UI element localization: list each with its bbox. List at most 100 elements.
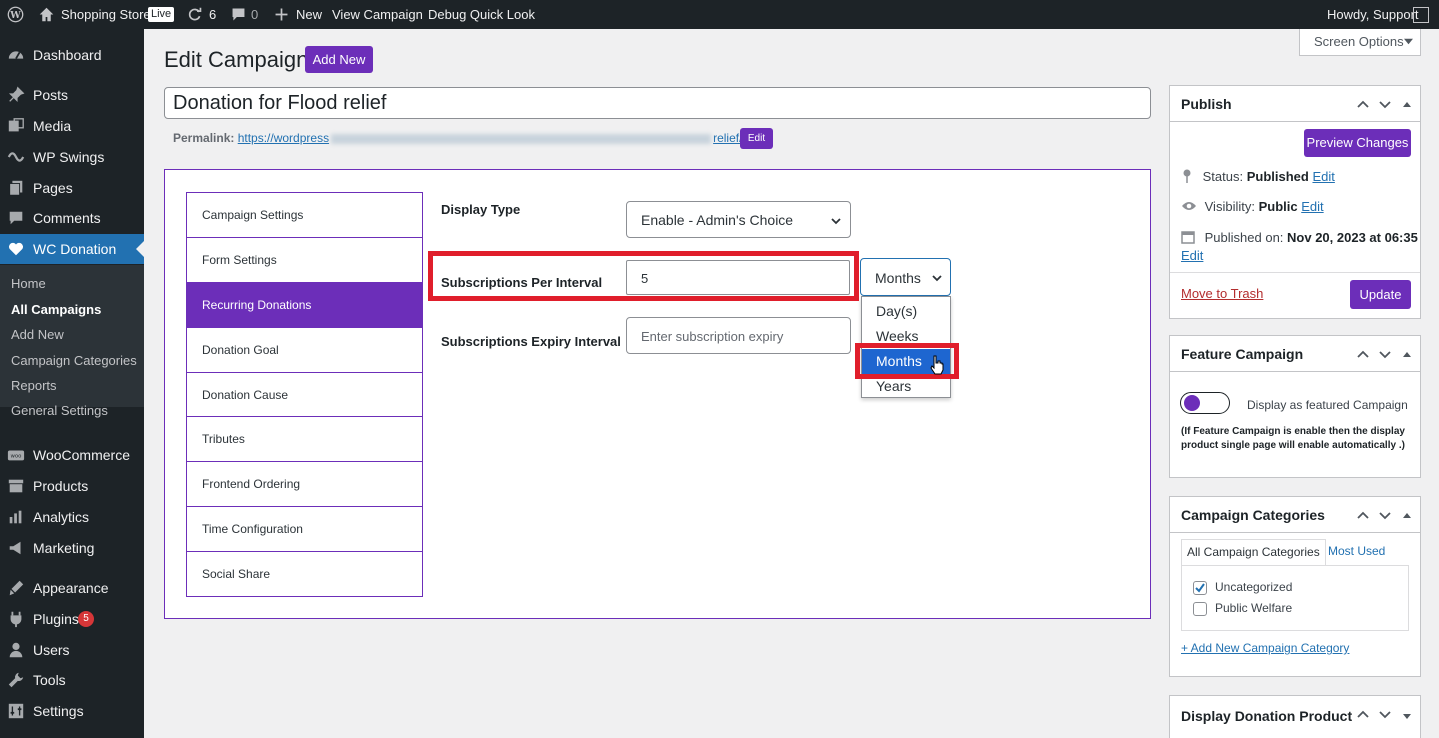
chevron-up-icon[interactable] bbox=[1356, 508, 1370, 522]
menu-plugins[interactable]: Plugins 5 bbox=[0, 604, 144, 634]
permalink-row: Permalink: https://wordpress relief/ bbox=[173, 131, 742, 145]
featured-campaign-toggle[interactable] bbox=[1180, 392, 1230, 414]
status-value: Published bbox=[1246, 169, 1309, 184]
screen-options-label: Screen Options bbox=[1314, 34, 1404, 49]
tab-frontend-ordering[interactable]: Frontend Ordering bbox=[186, 461, 423, 507]
chevron-down-icon[interactable] bbox=[1378, 508, 1392, 522]
pin-icon bbox=[1183, 169, 1191, 183]
debug-quick-look-link[interactable]: Debug Quick Look bbox=[428, 0, 535, 29]
submenu-campaign-categories[interactable]: Campaign Categories bbox=[11, 352, 137, 370]
menu-wp-swings[interactable]: WP Swings bbox=[0, 142, 144, 172]
display-type-select[interactable]: Enable - Admin's Choice bbox=[626, 201, 851, 238]
submenu-all-campaigns[interactable]: All Campaigns bbox=[11, 301, 101, 319]
menu-label: Products bbox=[33, 478, 89, 494]
campaign-categories-box: Campaign Categories All Campaign Categor… bbox=[1169, 496, 1421, 677]
permalink-edit-button[interactable]: Edit bbox=[740, 128, 773, 149]
menu-dashboard[interactable]: Dashboard bbox=[0, 40, 144, 70]
uncategorized-checkbox[interactable] bbox=[1193, 581, 1207, 595]
comments-count[interactable]: 0 bbox=[251, 0, 258, 29]
live-badge: Live bbox=[148, 7, 175, 22]
submenu-reports[interactable]: Reports bbox=[11, 377, 57, 395]
tab-time-configuration[interactable]: Time Configuration bbox=[186, 506, 423, 552]
menu-analytics[interactable]: Analytics bbox=[0, 502, 144, 532]
collapse-toggle-icon[interactable] bbox=[1402, 97, 1412, 111]
submenu-home[interactable]: Home bbox=[11, 275, 46, 293]
add-new-category-link[interactable]: + Add New Campaign Category bbox=[1181, 641, 1349, 655]
menu-wc-donation[interactable]: WC Donation bbox=[0, 234, 144, 264]
tab-tributes[interactable]: Tributes bbox=[186, 416, 423, 462]
chevron-up-icon[interactable] bbox=[1356, 97, 1370, 111]
comments-icon[interactable] bbox=[230, 6, 247, 23]
media-icon bbox=[8, 118, 24, 132]
page-title: Edit Campaign bbox=[164, 47, 309, 72]
preview-changes-button[interactable]: Preview Changes bbox=[1304, 129, 1411, 157]
howdy-user[interactable]: Howdy, Support bbox=[1327, 0, 1419, 29]
plugins-update-badge: 5 bbox=[78, 611, 94, 627]
tab-donation-goal[interactable]: Donation Goal bbox=[186, 327, 423, 373]
tab-form-settings[interactable]: Form Settings bbox=[186, 237, 423, 283]
update-button[interactable]: Update bbox=[1350, 280, 1411, 309]
publish-box-header: Publish bbox=[1170, 86, 1420, 122]
menu-users[interactable]: Users bbox=[0, 635, 144, 665]
submenu-general-settings[interactable]: General Settings bbox=[11, 402, 108, 420]
megaphone-icon bbox=[9, 541, 21, 555]
tab-most-used[interactable]: Most Used bbox=[1328, 544, 1385, 558]
interval-unit-select[interactable]: Months bbox=[860, 258, 951, 296]
menu-pages[interactable]: Pages bbox=[0, 173, 144, 203]
subscription-expiry-input[interactable]: Enter subscription expiry bbox=[626, 317, 851, 354]
edit-date-link[interactable]: Edit bbox=[1181, 248, 1203, 263]
submenu-add-new[interactable]: Add New bbox=[11, 326, 64, 344]
pages-icon bbox=[9, 180, 23, 196]
updates-count[interactable]: 6 bbox=[209, 0, 216, 29]
chevron-down-icon[interactable] bbox=[1378, 97, 1392, 111]
tab-donation-cause[interactable]: Donation Cause bbox=[186, 372, 423, 418]
menu-media[interactable]: Media bbox=[0, 111, 144, 141]
menu-label: Pages bbox=[33, 180, 73, 196]
caret-down-icon bbox=[1404, 38, 1413, 45]
avatar[interactable] bbox=[1413, 7, 1429, 23]
permalink-link-end[interactable]: relief/ bbox=[713, 131, 742, 145]
campaign-title-input[interactable]: Donation for Flood relief bbox=[164, 87, 1151, 119]
chevron-up-icon[interactable] bbox=[1356, 707, 1370, 721]
tab-recurring-donations[interactable]: Recurring Donations bbox=[186, 282, 423, 328]
edit-visibility-link[interactable]: Edit bbox=[1301, 199, 1323, 214]
menu-products[interactable]: Products bbox=[0, 471, 144, 501]
menu-marketing[interactable]: Marketing bbox=[0, 533, 144, 563]
view-campaign-link[interactable]: View Campaign bbox=[332, 0, 423, 29]
comment-icon bbox=[9, 211, 23, 225]
new-link[interactable]: New bbox=[296, 0, 322, 29]
option-days[interactable]: Day(s) bbox=[862, 299, 950, 324]
subscriptions-per-interval-input[interactable]: 5 bbox=[626, 260, 850, 295]
chevron-up-icon[interactable] bbox=[1356, 347, 1370, 361]
menu-woocommerce[interactable]: woo WooCommerce bbox=[0, 440, 144, 470]
chevron-down-icon[interactable] bbox=[1378, 347, 1392, 361]
tab-campaign-settings[interactable]: Campaign Settings bbox=[186, 192, 423, 238]
plus-icon[interactable] bbox=[273, 6, 290, 23]
menu-posts[interactable]: Posts bbox=[0, 80, 144, 110]
collapse-toggle-icon[interactable] bbox=[1402, 709, 1412, 723]
menu-appearance[interactable]: Appearance bbox=[0, 573, 144, 603]
collapse-toggle-icon[interactable] bbox=[1402, 508, 1412, 522]
updates-icon[interactable] bbox=[186, 6, 203, 23]
campaign-categories-title: Campaign Categories bbox=[1181, 507, 1325, 523]
permalink-link-start[interactable]: https://wordpress bbox=[238, 131, 329, 145]
public-welfare-checkbox[interactable] bbox=[1193, 602, 1207, 616]
menu-comments[interactable]: Comments bbox=[0, 203, 144, 233]
edit-status-link[interactable]: Edit bbox=[1312, 169, 1334, 184]
menu-settings[interactable]: Settings bbox=[0, 696, 144, 726]
dashboard-icon bbox=[8, 51, 24, 60]
interval-unit-value: Months bbox=[875, 270, 921, 286]
wordpress-logo-icon[interactable]: W bbox=[7, 6, 24, 23]
screen-options-button[interactable]: Screen Options bbox=[1299, 29, 1421, 56]
collapse-toggle-icon[interactable] bbox=[1402, 347, 1412, 361]
site-name-link[interactable]: Shopping Store bbox=[61, 0, 151, 29]
brush-icon bbox=[9, 580, 24, 596]
published-on-value: Nov 20, 2023 at 06:35 bbox=[1287, 230, 1418, 245]
chevron-down-icon[interactable] bbox=[1378, 707, 1392, 721]
add-new-button[interactable]: Add New bbox=[305, 46, 373, 73]
move-to-trash-link[interactable]: Move to Trash bbox=[1181, 286, 1263, 301]
menu-tools[interactable]: Tools bbox=[0, 665, 144, 695]
tab-social-share[interactable]: Social Share bbox=[186, 551, 423, 597]
tab-all-campaign-categories[interactable]: All Campaign Categories bbox=[1181, 539, 1326, 566]
publish-box: Publish Preview Changes Status: Publishe… bbox=[1169, 85, 1421, 319]
